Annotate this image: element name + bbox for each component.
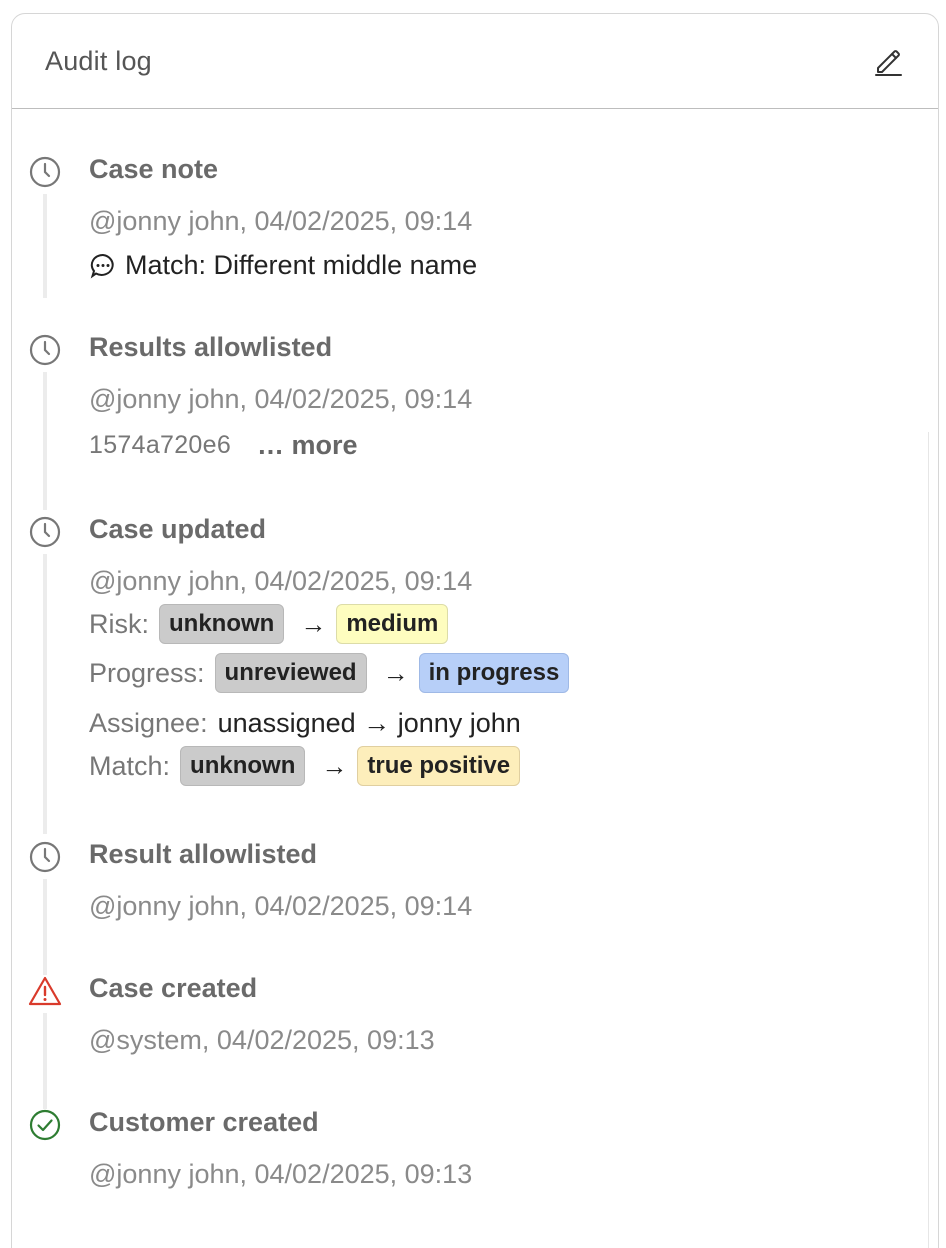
clock-icon <box>27 154 63 190</box>
entry-meta: @jonny john, 04/02/2025, 09:14 <box>89 891 473 921</box>
note-text: Match: Different middle name <box>125 250 478 280</box>
clock-icon <box>27 332 63 368</box>
panel-title: Audit log <box>45 45 152 76</box>
entry-meta: @system, 04/02/2025, 09:13 <box>89 1025 435 1055</box>
check-circle-icon <box>27 1107 63 1143</box>
arrow-right-icon: → <box>321 750 348 781</box>
entry-title: Case updated <box>89 514 267 544</box>
arrow-right-icon: → <box>300 608 327 639</box>
edit-button[interactable] <box>870 43 906 79</box>
progress-to-chip: in progress <box>418 653 570 693</box>
entry-meta: @jonny john, 04/02/2025, 09:14 <box>89 384 473 414</box>
entry-hash-row: 1574a720e6 … more <box>89 430 358 461</box>
risk-change-row: Risk: unknown → medium <box>89 604 449 644</box>
result-hash: 1574a720e6 <box>89 431 232 459</box>
pencil-icon <box>875 50 902 76</box>
entry-meta: @jonny john, 04/02/2025, 09:14 <box>89 206 473 236</box>
entry-meta: @jonny john, 04/02/2025, 09:14 <box>89 566 473 596</box>
risk-label: Risk: <box>89 608 149 639</box>
progress-change-row: Progress: unreviewed → in progress <box>89 653 570 693</box>
entry-meta: @jonny john, 04/02/2025, 09:13 <box>89 1159 473 1189</box>
progress-label: Progress: <box>89 657 205 688</box>
warning-icon <box>27 973 63 1009</box>
risk-to-chip: medium <box>336 604 449 644</box>
arrow-right-icon: → <box>382 657 409 688</box>
assignee-label: Assignee: <box>89 708 208 738</box>
assignee-change-row: Assignee: unassigned → jonny john <box>89 708 521 739</box>
timeline-connector <box>43 372 47 510</box>
entry-title: Result allowlisted <box>89 839 318 869</box>
timeline-connector <box>43 194 47 298</box>
entry-title: Results allowlisted <box>89 332 333 362</box>
scrollbar[interactable] <box>928 432 938 1248</box>
entry-title: Case note <box>89 154 219 184</box>
assignee-change-text: unassigned → jonny john <box>217 708 521 738</box>
entry-title: Case created <box>89 973 258 1003</box>
progress-from-chip: unreviewed <box>214 653 367 693</box>
entry-note: Match: Different middle name <box>89 250 477 281</box>
risk-from-chip: unknown <box>159 604 285 644</box>
match-change-row: Match: unknown → true positive <box>89 746 521 786</box>
entry-title: Customer created <box>89 1107 319 1137</box>
panel-header: Audit log <box>12 14 938 109</box>
clock-icon <box>27 839 63 875</box>
clock-icon <box>27 514 63 550</box>
comment-icon <box>89 252 117 280</box>
timeline-connector <box>43 879 47 975</box>
timeline-connector <box>43 554 47 834</box>
match-label: Match: <box>89 750 171 781</box>
audit-log-panel: Audit log Case note @jonny john, 04/02/2… <box>11 13 939 1248</box>
match-from-chip: unknown <box>180 746 306 786</box>
timeline-connector <box>43 1013 47 1109</box>
match-to-chip: true positive <box>357 746 521 786</box>
more-link[interactable]: … more <box>257 430 358 461</box>
